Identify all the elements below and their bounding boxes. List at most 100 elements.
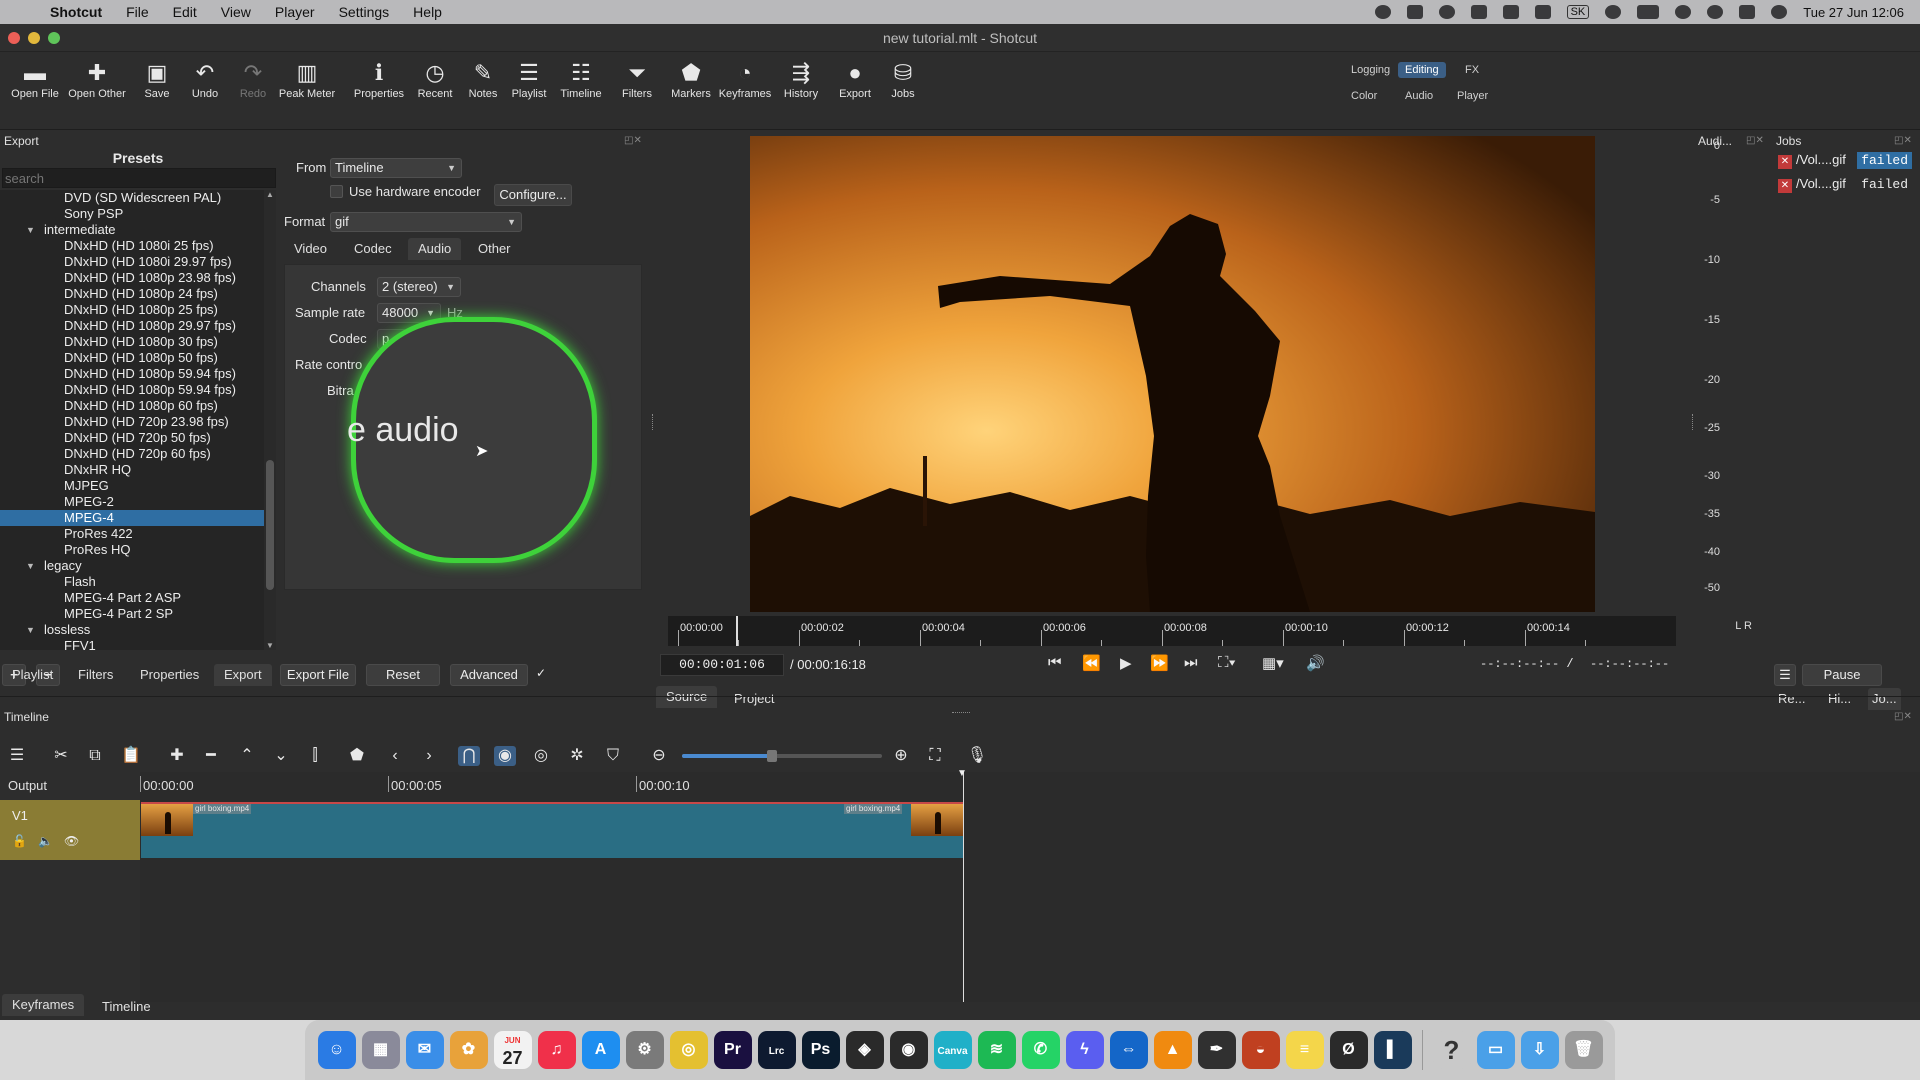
spotlight-search-icon[interactable] <box>1707 5 1724 19</box>
viewer-splitter-left[interactable] <box>652 414 654 430</box>
channels-select[interactable]: 2 (stereo) ▼ <box>377 277 461 297</box>
rewind-button[interactable]: ⏪ <box>1082 654 1101 672</box>
preset-item[interactable]: DNxHD (HD 1080i 25 fps) <box>0 238 264 254</box>
preset-item[interactable]: DNxHD (HD 1080p 24 fps) <box>0 286 264 302</box>
lift-icon[interactable]: ⌃ <box>236 746 258 766</box>
preset-item[interactable]: DNxHD (HD 720p 50 fps) <box>0 430 264 446</box>
vlc-icon[interactable]: ▲ <box>1153 1031 1192 1069</box>
video-preview[interactable] <box>750 136 1595 612</box>
cursor-status-icon[interactable] <box>1470 5 1487 19</box>
play-button[interactable]: ▶ <box>1120 654 1132 672</box>
job-item[interactable]: ✕/Vol....gif failed <box>1774 152 1916 172</box>
whatsapp-icon[interactable]: ✆ <box>1021 1031 1060 1069</box>
tab-codec[interactable]: Codec <box>344 238 402 260</box>
input-source-badge[interactable]: SK <box>1566 5 1590 19</box>
jobs-button[interactable]: ⛁ Jobs <box>872 58 934 100</box>
premiere-icon[interactable]: Pr <box>713 1031 752 1069</box>
from-select[interactable]: Timeline ▼ <box>330 158 462 178</box>
zoom-fit-icon[interactable]: ⛶ <box>924 746 946 766</box>
configure-button[interactable]: Configure... <box>494 184 572 206</box>
jobs-menu-button[interactable]: ☰ <box>1774 664 1796 686</box>
settings-icon[interactable]: ⚙ <box>625 1031 664 1069</box>
lightroom-icon[interactable]: Lrc <box>757 1031 796 1069</box>
preset-item[interactable]: DNxHD (HD 1080p 29.97 fps) <box>0 318 264 334</box>
minimize-window-button[interactable] <box>28 32 40 44</box>
skip-to-start-button[interactable]: ⏮ <box>1048 654 1062 671</box>
app-store-icon[interactable]: A <box>581 1031 620 1069</box>
screen-mirror-icon[interactable] <box>1675 5 1692 19</box>
launchpad-icon[interactable]: ▦ <box>361 1031 400 1069</box>
status-icon[interactable] <box>1406 5 1423 19</box>
advanced-button[interactable]: Advanced <box>450 664 528 686</box>
dock-float-icon[interactable]: ◰✕ <box>1894 135 1916 146</box>
preset-item[interactable]: MPEG-2 <box>0 494 264 510</box>
preset-category[interactable]: ▼ legacy <box>0 558 264 574</box>
obs-icon[interactable]: ◉ <box>889 1031 928 1069</box>
tab-filters[interactable]: Filters <box>68 664 123 686</box>
preset-item[interactable]: DNxHD (HD 1080i 29.97 fps) <box>0 254 264 270</box>
tab-properties[interactable]: Properties <box>130 664 209 686</box>
photos-icon[interactable]: ✿ <box>449 1031 488 1069</box>
expand-arrow-icon[interactable]: ▼ <box>26 558 35 574</box>
workspace-color[interactable]: Color <box>1344 88 1384 104</box>
preset-item[interactable]: Flash <box>0 574 264 590</box>
preset-item[interactable]: ProRes 422 <box>0 526 264 542</box>
preset-scrollbar[interactable]: ▲ ▼ <box>264 190 276 650</box>
preset-search-input[interactable] <box>2 168 276 188</box>
timeline-playhead[interactable] <box>963 772 964 1002</box>
menubar-clock[interactable]: Tue 27 Jun 12:06 <box>1803 5 1904 20</box>
status-icon[interactable] <box>1438 5 1455 19</box>
marker-icon[interactable]: ⬟ <box>346 746 368 766</box>
teamviewer-icon[interactable]: ⇔ <box>1109 1031 1148 1069</box>
open-other-button[interactable]: ✚ Open Other <box>66 58 128 100</box>
timeline-ruler[interactable]: 00:00:00 00:00:05 00:00:10 <box>140 776 1920 800</box>
canva-icon[interactable]: Canva <box>933 1031 972 1069</box>
grid-icon[interactable]: ▦▾ <box>1262 654 1284 672</box>
zoom-out-icon[interactable]: ⊖ <box>648 746 670 766</box>
scrub-icon[interactable]: ◉ <box>494 746 516 766</box>
preset-tree[interactable]: DVD (SD Widescreen PAL) Sony PSP ▼ intermed… <box>0 190 264 650</box>
properties-button[interactable]: ℹ Properties <box>348 58 410 100</box>
help-icon[interactable]: ? <box>1432 1031 1471 1069</box>
zoom-slider[interactable] <box>682 750 882 762</box>
menu-settings[interactable]: Settings <box>327 4 402 20</box>
preset-item[interactable]: DNxHD (HD 720p 60 fps) <box>0 446 264 462</box>
music-icon[interactable]: ♫ <box>537 1031 576 1069</box>
lock-icon[interactable]: 🔓 <box>12 834 27 848</box>
menu-app-name[interactable]: Shotcut <box>38 4 114 20</box>
eye-icon[interactable]: 👁 <box>64 834 79 848</box>
tab-other[interactable]: Other <box>468 238 521 260</box>
split-icon[interactable]: ⫿ <box>304 746 326 766</box>
expand-arrow-icon[interactable]: ▼ <box>26 222 35 238</box>
reset-button[interactable]: Reset <box>366 664 440 686</box>
menu-view[interactable]: View <box>209 4 263 20</box>
preset-item[interactable]: DNxHD (HD 1080p 59.94 fps) <box>0 382 264 398</box>
open-file-button[interactable]: ▬ Open File <box>4 58 66 100</box>
preset-item[interactable]: Sony PSP <box>0 206 264 222</box>
preset-category[interactable]: ▼ intermediate <box>0 222 264 238</box>
paste-icon[interactable]: 📋 <box>120 746 142 766</box>
ripple-all-icon[interactable]: ✲ <box>566 746 588 766</box>
workspace-logging[interactable]: Logging <box>1344 62 1397 78</box>
chrome-icon[interactable]: ◎ <box>669 1031 708 1069</box>
redo-button[interactable]: ↷ Redo <box>222 58 284 100</box>
tab-playlist[interactable]: Playlist <box>2 664 63 686</box>
timecode-position-field[interactable]: 00:00:01:06 <box>660 654 784 676</box>
volume-control-icon[interactable]: 🔊 <box>1306 654 1325 672</box>
shotcut-icon[interactable]: ▌ <box>1373 1031 1412 1069</box>
cut-icon[interactable]: ✂ <box>50 746 72 766</box>
overwrite-icon[interactable]: ⌄ <box>270 746 292 766</box>
markers-button[interactable]: ⬟ Markers <box>660 58 722 100</box>
menu-edit[interactable]: Edit <box>161 4 209 20</box>
close-window-button[interactable] <box>8 32 20 44</box>
preset-item[interactable]: DNxHD (HD 720p 23.98 fps) <box>0 414 264 430</box>
spotify-icon[interactable]: ≋ <box>977 1031 1016 1069</box>
photoshop-icon[interactable]: Ps <box>801 1031 840 1069</box>
volume-icon[interactable] <box>1534 5 1551 19</box>
preset-item[interactable]: DNxHD (HD 1080p 30 fps) <box>0 334 264 350</box>
remove-icon[interactable]: ━ <box>200 746 222 766</box>
export-file-button[interactable]: Export File <box>280 664 356 686</box>
handbrake-icon[interactable]: ◒ <box>1241 1031 1280 1069</box>
hw-encoder-checkbox[interactable] <box>330 185 343 198</box>
downloads-icon[interactable]: ⇩ <box>1520 1031 1559 1069</box>
